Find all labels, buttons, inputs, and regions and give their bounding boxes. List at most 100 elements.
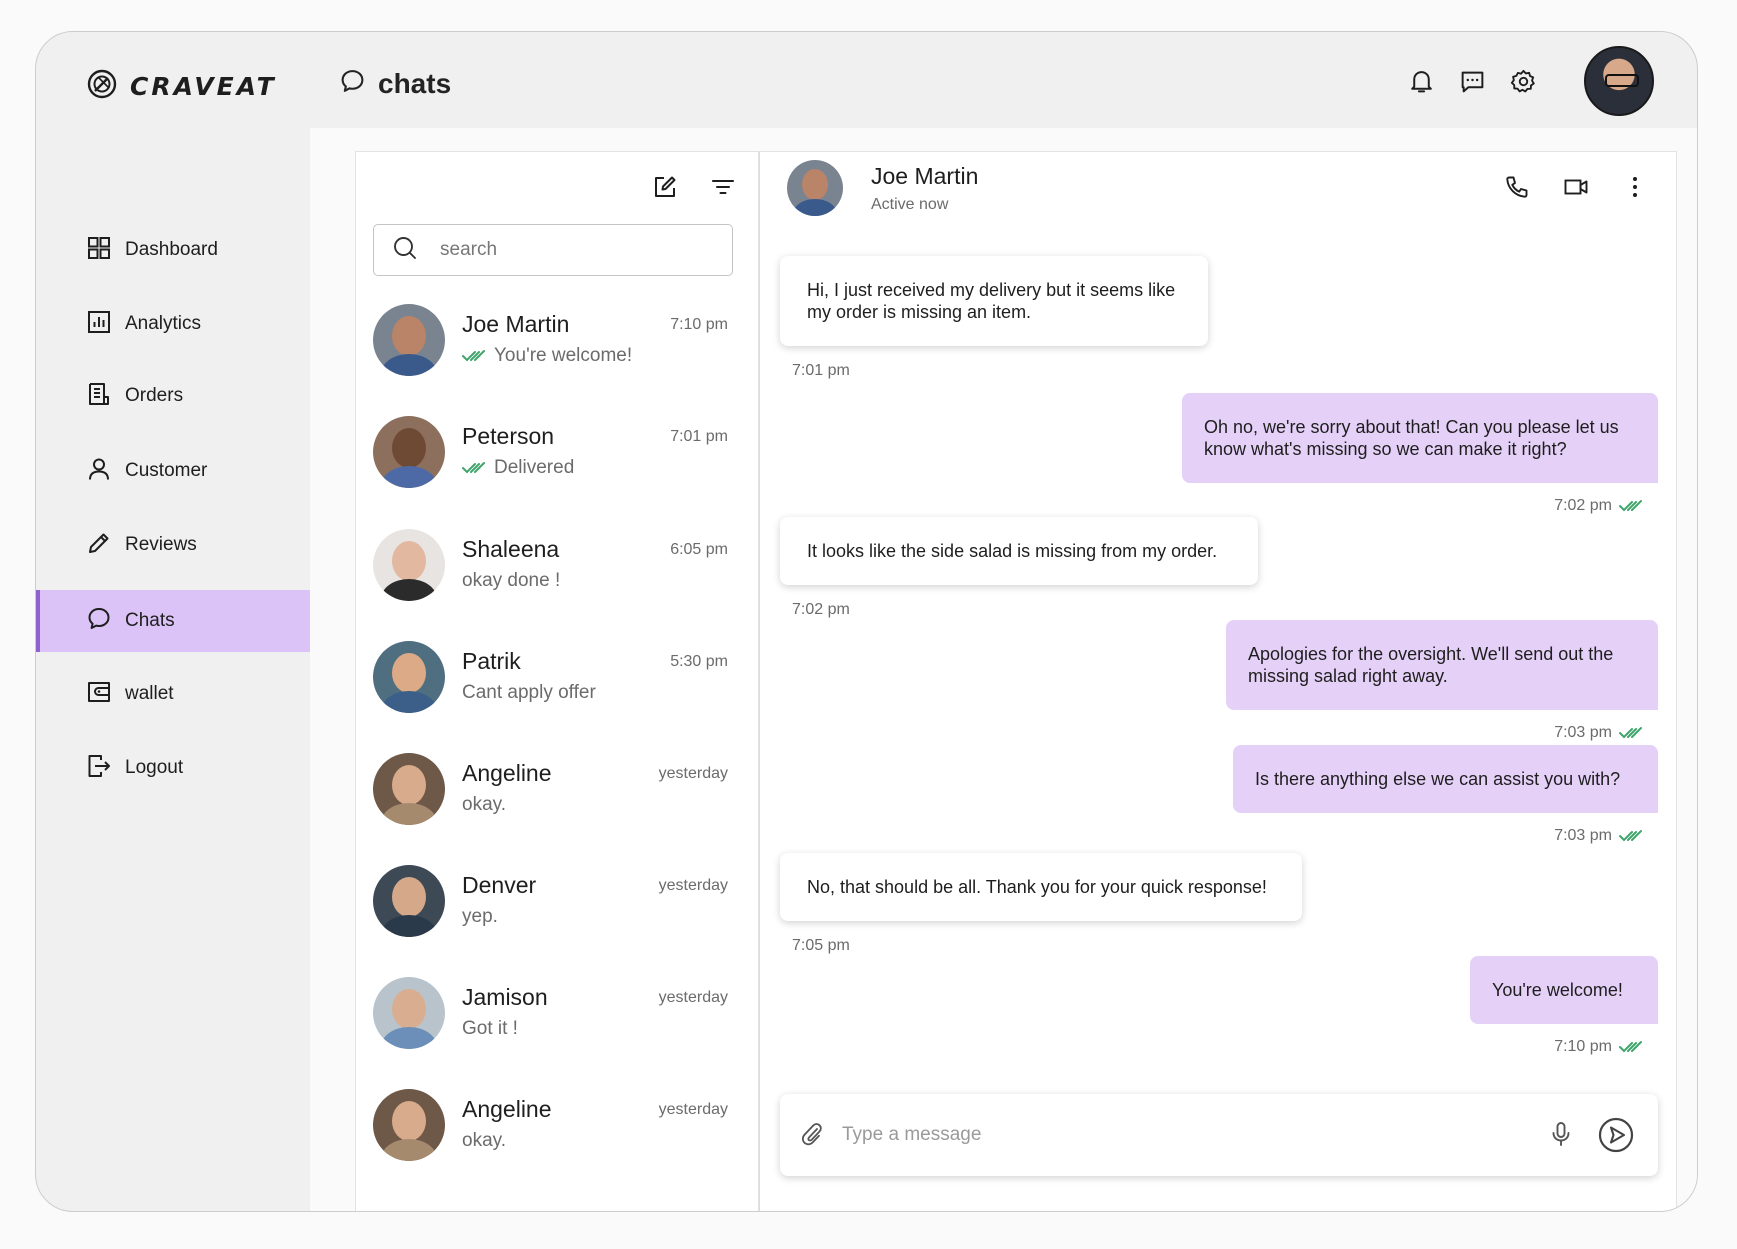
contact-time: 7:10 pm: [670, 316, 728, 333]
contact-item[interactable]: Patrik 5:30 pm Cant apply offer: [356, 641, 758, 753]
chat-bubble-icon: [339, 68, 366, 100]
sidebar-item-reviews[interactable]: Reviews: [36, 514, 310, 576]
message-time: 7:02 pm: [1554, 497, 1612, 514]
contact-item[interactable]: Peterson 7:01 pm Delivered: [356, 416, 758, 528]
message-text: No, that should be all. Thank you for yo…: [807, 877, 1267, 897]
filter-icon[interactable]: [710, 174, 736, 200]
sidebar: Dashboard Analytics Orders Customer Revi…: [36, 128, 310, 1211]
contact-item[interactable]: Jamison yesterday Got it !: [356, 977, 758, 1089]
more-options-icon[interactable]: [1622, 174, 1648, 200]
brand-name: CRAVEAT: [130, 72, 277, 101]
read-ticks-icon: [1619, 727, 1642, 739]
logo-icon: [86, 68, 118, 105]
phone-icon[interactable]: [1504, 174, 1530, 200]
search-icon: [392, 235, 418, 266]
chat-list-panel: Joe Martin 7:10 pm You're welcome! Peter…: [355, 151, 759, 1211]
incoming-message: Hi, I just received my delivery but it s…: [780, 256, 1208, 346]
sidebar-item-chats[interactable]: Chats: [36, 590, 310, 652]
avatar: [373, 416, 445, 488]
microphone-icon[interactable]: [1547, 1120, 1575, 1148]
avatar: [373, 753, 445, 825]
sidebar-item-dashboard[interactable]: Dashboard: [36, 219, 310, 281]
search-box: [373, 224, 733, 276]
avatar: [373, 865, 445, 937]
message-timestamp: 7:02 pm: [1554, 497, 1643, 515]
contact-time: yesterday: [658, 765, 728, 782]
message-time: 7:10 pm: [1554, 1038, 1612, 1055]
outgoing-message: Oh no, we're sorry about that! Can you p…: [1182, 393, 1658, 483]
video-camera-icon[interactable]: [1563, 174, 1589, 200]
send-button[interactable]: [1597, 1116, 1635, 1154]
read-ticks-icon: [1619, 1041, 1642, 1053]
contact-item[interactable]: Angeline yesterday okay.: [356, 753, 758, 865]
contact-last-message-text: You're welcome!: [494, 345, 633, 366]
sidebar-item-wallet[interactable]: wallet: [36, 663, 310, 725]
top-bar: CRAVEAT chats: [36, 32, 1697, 128]
user-icon: [86, 456, 112, 487]
wallet-icon: [86, 679, 112, 710]
message-time: 7:03 pm: [1554, 724, 1612, 741]
contact-last-message-text: Got it !: [462, 1018, 518, 1039]
conversation-status: Active now: [871, 196, 949, 213]
sidebar-item-label: Analytics: [125, 313, 202, 334]
sidebar-item-label: Chats: [125, 610, 175, 631]
read-ticks-icon: [1619, 500, 1642, 512]
sidebar-item-orders[interactable]: Orders: [36, 365, 310, 427]
brand-logo[interactable]: CRAVEAT: [86, 68, 277, 105]
contact-item[interactable]: Joe Martin 7:10 pm You're welcome!: [356, 304, 758, 416]
app-window: CRAVEAT chats Dashboard Analytics Orders…: [35, 31, 1698, 1212]
message-text: Oh no, we're sorry about that! Can you p…: [1204, 417, 1619, 459]
message-icon[interactable]: [1459, 68, 1486, 95]
avatar[interactable]: [787, 160, 843, 216]
contact-time: yesterday: [658, 989, 728, 1006]
contact-time: 5:30 pm: [670, 653, 728, 670]
compose-icon[interactable]: [652, 174, 678, 200]
sidebar-item-logout[interactable]: Logout: [36, 737, 310, 799]
contact-item[interactable]: Shaleena 6:05 pm okay done !: [356, 529, 758, 641]
avatar: [373, 641, 445, 713]
paperclip-icon[interactable]: [798, 1120, 826, 1148]
conversation-actions: [1504, 174, 1648, 200]
contact-time: yesterday: [658, 877, 728, 894]
message-text: Is there anything else we can assist you…: [1255, 769, 1621, 789]
sidebar-item-customer[interactable]: Customer: [36, 440, 310, 502]
sidebar-item-analytics[interactable]: Analytics: [36, 293, 310, 355]
page-heading: chats: [339, 68, 451, 100]
message-time: 7:02 pm: [792, 601, 850, 618]
contact-last-message-text: okay done !: [462, 570, 561, 591]
conversation-panel: Joe Martin Active now Hi, I just receive…: [759, 151, 1677, 1211]
contact-name: Peterson: [462, 423, 555, 449]
grid-icon: [86, 235, 112, 266]
contact-name: Angeline: [462, 1096, 552, 1122]
search-input[interactable]: [440, 239, 720, 261]
contact-name: Patrik: [462, 648, 521, 674]
contact-name: Jamison: [462, 984, 548, 1010]
sidebar-item-label: Orders: [125, 385, 184, 406]
incoming-message: It looks like the side salad is missing …: [780, 517, 1258, 585]
contact-last-message: yep.: [462, 906, 498, 928]
sidebar-item-label: Customer: [125, 460, 208, 481]
message-timestamp: 7:03 pm: [1554, 724, 1643, 742]
contact-time: 6:05 pm: [670, 541, 728, 558]
message-input[interactable]: [842, 1118, 1492, 1152]
contact-item[interactable]: Angeline yesterday okay.: [356, 1089, 758, 1201]
message-timestamp: 7:02 pm: [792, 601, 850, 619]
message-timestamp: 7:01 pm: [792, 362, 850, 380]
bell-icon[interactable]: [1408, 68, 1435, 95]
contact-last-message: Got it !: [462, 1018, 518, 1040]
message-time: 7:05 pm: [792, 937, 850, 954]
gear-icon[interactable]: [1510, 68, 1537, 95]
avatar: [373, 1089, 445, 1161]
profile-avatar[interactable]: [1584, 46, 1654, 116]
contact-last-message-text: Cant apply offer: [462, 682, 596, 703]
message-time: 7:01 pm: [792, 362, 850, 379]
contact-name: Joe Martin: [462, 311, 570, 337]
message-time: 7:03 pm: [1554, 827, 1612, 844]
incoming-message: No, that should be all. Thank you for yo…: [780, 853, 1302, 921]
page-title: chats: [378, 68, 452, 99]
message-composer: [780, 1094, 1658, 1176]
contact-last-message-text: okay.: [462, 1130, 507, 1151]
sidebar-item-label: Reviews: [125, 534, 197, 555]
contact-item[interactable]: Denver yesterday yep.: [356, 865, 758, 977]
message-text: Apologies for the oversight. We'll send …: [1248, 644, 1614, 686]
